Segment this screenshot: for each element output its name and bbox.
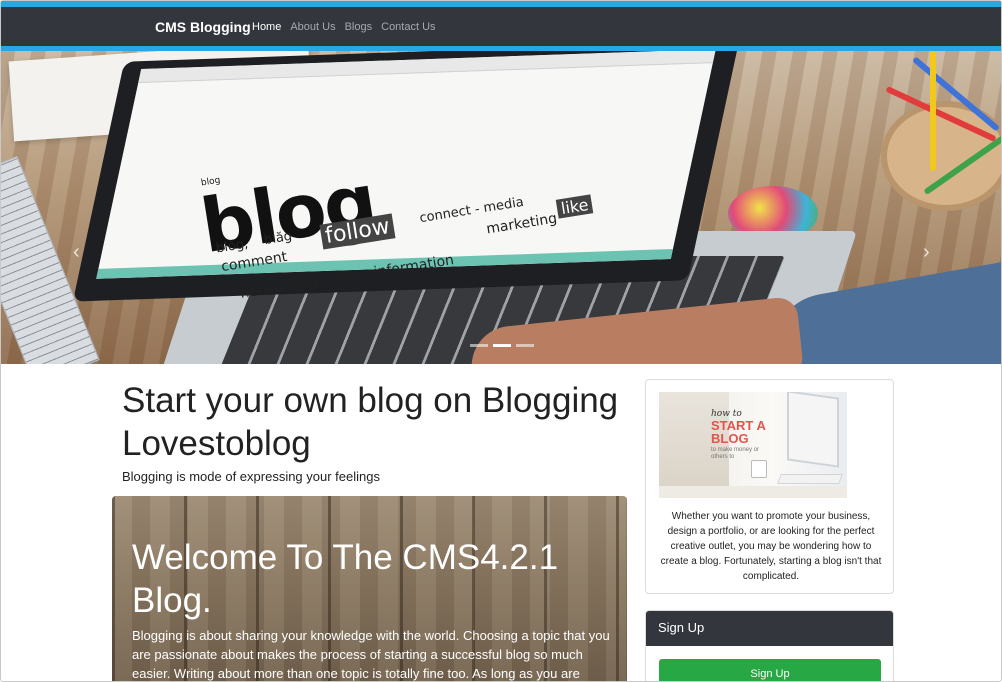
signup-heading: Sign Up: [646, 611, 893, 646]
page-subtitle: Blogging is mode of expressing your feel…: [122, 469, 380, 484]
carousel-next-arrow-icon[interactable]: ›: [923, 241, 930, 264]
sidebar-image-mug: [751, 460, 767, 478]
sidebar-image-line2: START A BLOG: [711, 418, 766, 446]
page-title: Start your own blog on Blogging Lovestob…: [122, 381, 619, 463]
navbar-top-stripe: [1, 1, 1001, 7]
sidebar-image-keyboard: [777, 474, 843, 484]
welcome-heading: Welcome To The CMS4.2.1 Blog.: [132, 538, 559, 620]
carousel-indicators: [470, 344, 534, 347]
navbar: CMS Blogging Home About Us Blogs Contact…: [1, 1, 1001, 51]
carousel-prev-arrow-icon[interactable]: ‹: [73, 241, 80, 264]
welcome-body: Blogging is about sharing your knowledge…: [132, 628, 610, 681]
nav-contact-us[interactable]: Contact Us: [381, 21, 435, 33]
welcome-jumbotron: Welcome To The CMS4.2.1 Blog. Blogging i…: [112, 496, 627, 681]
browser-frame: CMS Blogging Home About Us Blogs Contact…: [0, 0, 1002, 682]
nav-links: Home About Us Blogs Contact Us: [252, 21, 436, 33]
hero-pencil-yellow: [930, 51, 936, 171]
sidebar-image-line3: to make money or others to: [711, 447, 760, 460]
signup-button[interactable]: Sign Up: [659, 659, 881, 681]
carousel-indicator-3[interactable]: [516, 344, 534, 347]
nav-blogs[interactable]: Blogs: [345, 21, 373, 33]
nav-about-us[interactable]: About Us: [290, 21, 335, 33]
sidebar-description: Whether you want to promote your busines…: [660, 511, 882, 582]
sidebar-image-desk: [659, 486, 847, 498]
start-a-blog-image: how to START A BLOG to make money or oth…: [659, 392, 847, 498]
signup-card: Sign Up Sign Up: [645, 610, 894, 681]
carousel-indicator-2[interactable]: [493, 344, 511, 347]
sidebar-info-card: how to START A BLOG to make money or oth…: [645, 379, 894, 594]
hero-carousel: blog blog blŏg, blăg follow connect - me…: [1, 51, 1001, 364]
carousel-indicator-1[interactable]: [470, 344, 488, 347]
nav-home[interactable]: Home: [252, 21, 281, 33]
brand-link[interactable]: CMS Blogging: [155, 19, 251, 35]
sidebar-image-monitor: [787, 392, 839, 468]
hero-laptop-screen: [96, 51, 716, 279]
